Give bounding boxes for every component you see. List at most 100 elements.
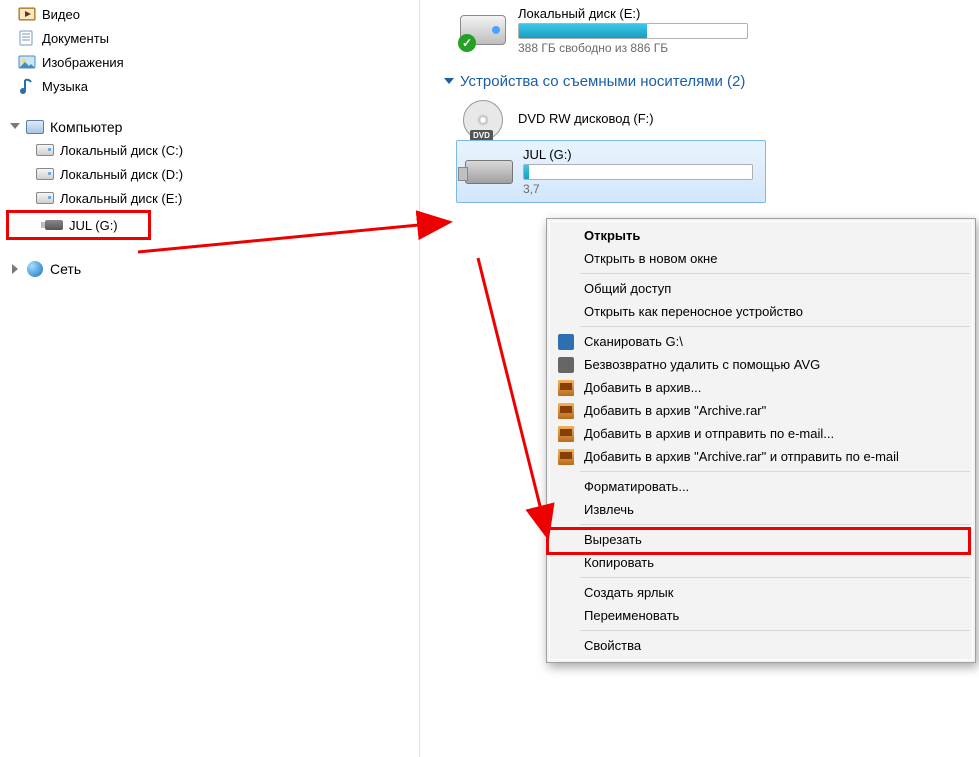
avg-icon [558,334,574,350]
drive-icon [36,189,54,207]
menu-rar-add-name[interactable]: Добавить в архив "Archive.rar" [550,399,972,422]
removable-devices-header[interactable]: Устройства со съемными носителями (2) [420,59,979,96]
hdd-icon: ✓ [460,12,508,48]
menu-open[interactable]: Открыть [550,224,972,247]
usb-drive-icon [45,216,63,234]
menu-label: Переименовать [584,608,679,623]
shred-icon [558,357,574,373]
winrar-icon [558,403,574,419]
menu-label: Вырезать [584,532,642,547]
network-group: Сеть [0,258,419,280]
usage-fill [524,165,529,179]
navigation-pane: Видео Документы Изображения Музыка Компь… [0,0,420,757]
usb-drive-icon [465,154,513,190]
menu-label: Создать ярлык [584,585,673,600]
drive-jul-g-selected[interactable]: JUL (G:) 3,7 [456,140,766,203]
computer-header-label: Компьютер [50,119,122,135]
menu-format[interactable]: Форматировать... [550,475,972,498]
menu-label: Копировать [584,555,654,570]
menu-label: Сканировать G:\ [584,334,683,349]
library-item-label: Музыка [42,79,88,94]
library-item-label: Изображения [42,55,124,70]
usage-bar-g [523,164,753,180]
menu-share[interactable]: Общий доступ [550,277,972,300]
libraries-group: Видео Документы Изображения Музыка [0,2,419,98]
menu-rar-email[interactable]: Добавить в архив и отправить по e-mail..… [550,422,972,445]
menu-copy[interactable]: Копировать [550,551,972,574]
drive-name: JUL (G:) [523,147,757,162]
computer-icon [26,118,44,136]
winrar-icon [558,380,574,396]
drive-icon [36,141,54,159]
menu-separator [580,577,970,578]
menu-create-shortcut[interactable]: Создать ярлык [550,581,972,604]
library-item-label: Документы [42,31,109,46]
menu-label: Открыть в новом окне [584,251,717,266]
menu-shred-avg[interactable]: Безвозвратно удалить с помощью AVG [550,353,972,376]
drive-name: Локальный диск (E:) [518,6,748,21]
menu-label: Открыть как переносное устройство [584,304,803,319]
menu-label: Общий доступ [584,281,671,296]
tree-drive-c[interactable]: Локальный диск (C:) [0,138,419,162]
menu-label: Свойства [584,638,641,653]
drive-label: Локальный диск (E:) [60,191,182,206]
menu-separator [580,326,970,327]
drive-freespace: 388 ГБ свободно из 886 ГБ [518,41,748,55]
menu-label: Форматировать... [584,479,689,494]
menu-label: Добавить в архив и отправить по e-mail..… [584,426,834,441]
library-item-documents[interactable]: Документы [0,26,419,50]
docs-icon [18,29,36,47]
menu-label: Добавить в архив "Archive.rar" [584,403,766,418]
menu-rar-add[interactable]: Добавить в архив... [550,376,972,399]
context-menu: Открыть Открыть в новом окне Общий досту… [546,218,976,663]
menu-label: Безвозвратно удалить с помощью AVG [584,357,820,372]
video-icon [18,5,36,23]
menu-separator [580,630,970,631]
drive-label: JUL (G:) [69,218,118,233]
menu-cut[interactable]: Вырезать [550,528,972,551]
network-icon [26,260,44,278]
usage-fill [519,24,647,38]
pictures-icon [18,53,36,71]
menu-separator [580,524,970,525]
chevron-right-icon [12,264,18,274]
drive-name: DVD RW дисковод (F:) [518,111,654,126]
menu-label: Добавить в архив... [584,380,701,395]
menu-rar-name-email[interactable]: Добавить в архив "Archive.rar" и отправи… [550,445,972,468]
computer-header[interactable]: Компьютер [0,116,419,138]
library-item-video[interactable]: Видео [0,2,419,26]
tree-drive-jul-g[interactable]: JUL (G:) [6,210,151,240]
menu-label: Извлечь [584,502,634,517]
drive-local-e[interactable]: ✓ Локальный диск (E:) 388 ГБ свободно из… [420,0,979,59]
chevron-down-icon [444,78,454,84]
menu-open-portable[interactable]: Открыть как переносное устройство [550,300,972,323]
network-header[interactable]: Сеть [0,258,419,280]
menu-rename[interactable]: Переименовать [550,604,972,627]
dvd-icon: DVD [460,100,508,136]
menu-eject[interactable]: Извлечь [550,498,972,521]
tree-drive-e[interactable]: Локальный диск (E:) [0,186,419,210]
drive-label: Локальный диск (D:) [60,167,183,182]
menu-properties[interactable]: Свойства [550,634,972,657]
menu-scan-avg[interactable]: Сканировать G:\ [550,330,972,353]
check-badge-icon: ✓ [458,34,476,52]
menu-open-new-window[interactable]: Открыть в новом окне [550,247,972,270]
menu-separator [580,471,970,472]
drive-dvd-f[interactable]: DVD DVD RW дисковод (F:) [420,96,979,140]
drive-freespace-partial: 3,7 [523,182,757,196]
library-item-pictures[interactable]: Изображения [0,50,419,74]
drive-icon [36,165,54,183]
removable-header-label: Устройства со съемными носителями (2) [460,73,745,90]
drive-label: Локальный диск (C:) [60,143,183,158]
winrar-icon [558,449,574,465]
network-header-label: Сеть [50,261,81,277]
chevron-down-icon [10,123,20,129]
menu-label: Открыть [584,228,640,243]
menu-label: Добавить в архив "Archive.rar" и отправи… [584,449,899,464]
menu-separator [580,273,970,274]
music-icon [18,77,36,95]
tree-drive-d[interactable]: Локальный диск (D:) [0,162,419,186]
usage-bar-e [518,23,748,39]
computer-group: Компьютер Локальный диск (C:) Локальный … [0,116,419,240]
library-item-music[interactable]: Музыка [0,74,419,98]
